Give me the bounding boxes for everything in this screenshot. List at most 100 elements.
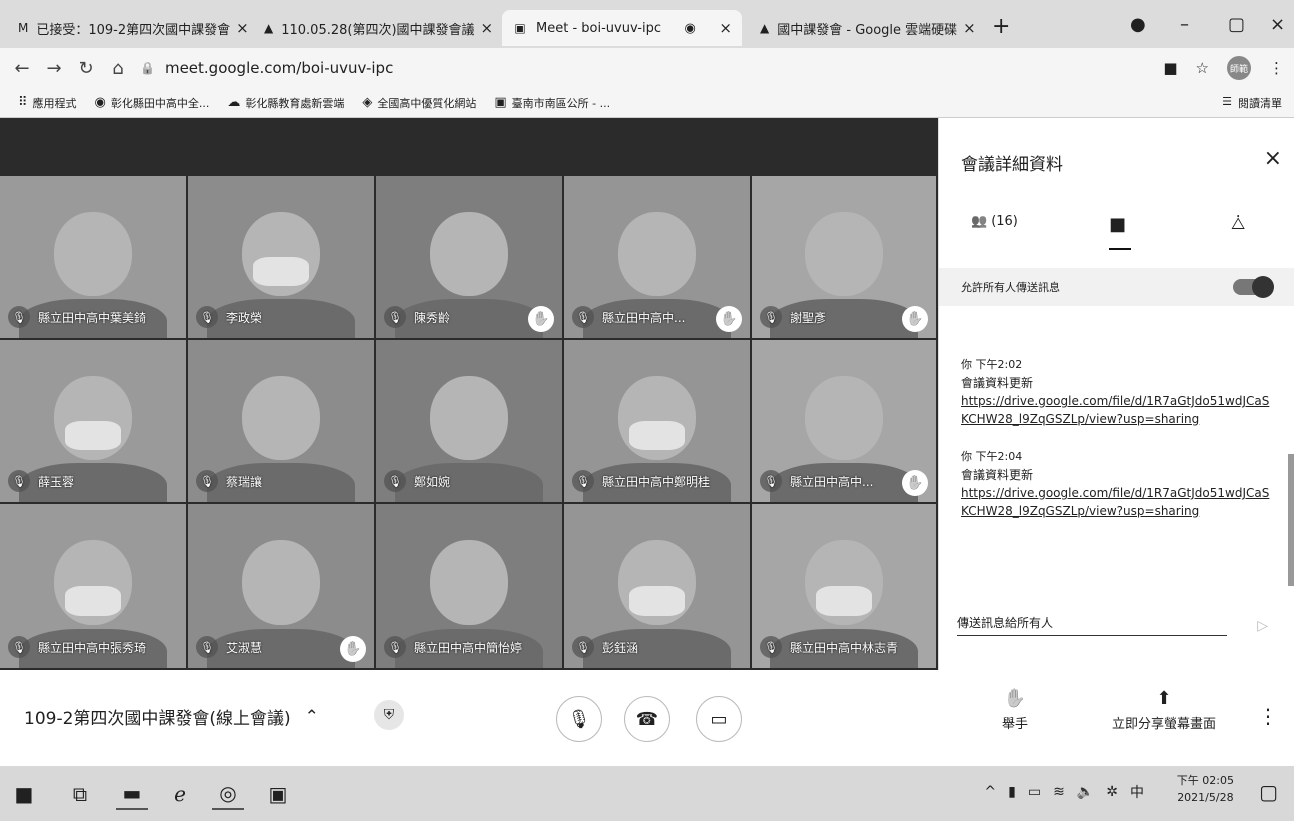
raise-hand-button[interactable]: ✋ 舉手 [990,688,1040,732]
bookmark-star-icon[interactable]: ☆ [1196,59,1209,77]
mic-off-icon: 🎙 [760,306,782,328]
tab-chat[interactable]: ■ [1109,214,1126,235]
tab-drive-doc[interactable]: ▲ 110.05.28(第四次)國中課發會議 × [254,10,494,46]
microphone-button[interactable]: 🎙 [556,696,602,742]
tab-activities[interactable]: ⧊ [1231,214,1245,234]
participant-tile[interactable]: 🎙 薛玉蓉 [0,340,186,502]
bookmark-tianzhong[interactable]: ◉ 彰化縣田中高中全... [95,95,210,111]
notifications-icon[interactable]: ▢ [1259,780,1278,804]
participant-name-row: 🎙 蔡瑞讓 [196,470,262,492]
bookmark-cloud[interactable]: ☁ 彰化縣教育處新雲端 [227,95,344,111]
tab-meet[interactable]: ▣ Meet - boi-uvuv-ipc ◉ × [502,10,742,46]
allow-messages-toggle[interactable] [1233,276,1274,298]
participant-name-row: 🎙 縣立田中高中葉美錡 [8,306,146,328]
reading-list-button[interactable]: ☰ 閱讀清單 [1222,95,1282,111]
participant-tile[interactable]: 🎙 陳秀齡 ✋ [376,176,562,338]
send-icon[interactable]: ▷ [1257,618,1268,634]
minimize-icon[interactable]: – [1180,14,1189,35]
participant-tile[interactable]: 🎙 縣立田中高中簡怡婷 [376,504,562,668]
participant-tile[interactable]: 🎙 蔡瑞讓 [188,340,374,502]
camera-button[interactable]: ▭ [696,696,742,742]
mic-icon: 🎙 [567,708,591,730]
gmail-icon: M [18,21,29,35]
active-tab-indicator [1109,248,1131,250]
participant-tile[interactable]: 🎙 鄭如婉 [376,340,562,502]
clock[interactable]: 下午 02:05 2021/5/28 [1177,772,1234,806]
bookmark-quality[interactable]: ◈ 全國高中優質化網站 [362,95,476,111]
mic-off-icon: 🎙 [760,470,782,492]
close-tab-icon[interactable]: × [957,19,976,37]
tab-search-icon[interactable]: ● [1130,14,1146,35]
battery-icon[interactable]: ▭ [1028,784,1041,800]
participant-video [429,540,509,626]
video-grid: 🎙 縣立田中高中葉美錡 🎙 李政榮 🎙 陳秀齡 ✋ 🎙 縣立田中高中... ✋ 🎙 謝聖彥 ✋ 🎙 薛玉蓉 🎙… [0,118,938,670]
activities-icon: ⧊ [1231,214,1246,233]
participant-name-row: 🎙 縣立田中高中... [572,306,685,328]
tray-chevron-icon[interactable]: ^ [984,784,996,800]
participant-tile[interactable]: 🎙 謝聖彥 ✋ [752,176,936,338]
participant-tile[interactable]: 🎙 李政榮 [188,176,374,338]
participant-tile[interactable]: 🎙 縣立田中高中鄭明桂 [564,340,750,502]
participant-tile[interactable]: 🎙 縣立田中高中葉美錡 [0,176,186,338]
menu-icon[interactable]: ⋮ [1269,59,1284,77]
avatar[interactable]: 師範 [1227,56,1251,80]
participant-name-row: 🎙 縣立田中高中簡怡婷 [384,636,522,658]
tab-drive-folder[interactable]: ▲ 國中課發會 - Google 雲端硬碟 × [750,10,982,46]
participant-tile[interactable]: 🎙 縣立田中高中林志青 [752,504,936,668]
task-view-icon[interactable]: ⧉ [64,778,96,810]
reload-icon[interactable]: ↻ [70,58,102,79]
participant-tile[interactable]: 🎙 艾淑慧 ✋ [188,504,374,668]
chat-scrollbar[interactable] [1288,454,1294,586]
close-tab-icon[interactable]: × [230,19,248,37]
hand-icon: ✋ [1003,688,1027,709]
browser-tab-strip: M 已接受：109-2第四次國中課發會 × ▲ 110.05.28(第四次)國中… [0,0,1294,48]
tab-people[interactable]: 👥 (16) [971,214,1018,229]
reading-list-icon: ☰ [1222,95,1232,108]
new-tab-button[interactable]: + [992,14,1010,39]
wifi-icon[interactable]: ≋ [1053,784,1065,800]
participant-tile[interactable]: 🎙 縣立田中高中... ✋ [564,176,750,338]
bluetooth-icon[interactable]: ✲ [1106,784,1118,800]
file-explorer-icon[interactable]: ▬ [116,778,148,810]
participant-name: 縣立田中高中林志青 [790,640,899,655]
camera-icon[interactable]: ■ [1163,59,1177,77]
forward-icon[interactable]: → [38,58,70,79]
back-icon[interactable]: ← [6,58,38,79]
line-icon[interactable]: ▣ [262,778,294,810]
windows-start-icon[interactable]: ■ [8,778,40,810]
tab-gmail[interactable]: M 已接受：109-2第四次國中課發會 × [8,10,248,46]
participant-tile[interactable]: 🎙 縣立田中高中... ✋ [752,340,936,502]
participant-name-row: 🎙 謝聖彥 [760,306,826,328]
close-panel-icon[interactable]: × [1264,146,1282,171]
volume-icon[interactable]: 🔈 [1077,784,1094,800]
bookmark-tainan[interactable]: ▣ 臺南市南區公所 - ... [494,95,610,111]
microphone-tray-icon[interactable]: ▮ [1008,784,1016,800]
ime-indicator[interactable]: 中 [1130,782,1144,802]
cloud-icon: ☁ [227,95,241,110]
host-controls-shield-icon[interactable]: ⛨ [374,700,404,730]
leave-call-button[interactable]: ☎ [624,696,670,742]
close-tab-icon[interactable]: × [475,19,494,37]
apps-grid-icon: ⠿ [18,95,28,110]
address-bar[interactable]: 🔒 meet.google.com/boi-uvuv-ipc [140,54,393,82]
message-link[interactable]: https://drive.google.com/file/d/1R7aGtJd… [961,392,1271,428]
chrome-icon[interactable]: ◎ [212,778,244,810]
participant-tile[interactable]: 🎙 縣立田中高中張秀琦 [0,504,186,668]
participant-tile[interactable]: 🎙 彭鈺涵 [564,504,750,668]
mic-off-icon: 🎙 [384,636,406,658]
face-mask [629,421,685,451]
raise-hand-label: 舉手 [1001,717,1028,732]
close-tab-icon[interactable]: × [713,19,732,37]
participant-video [429,375,509,460]
maximize-icon[interactable]: ▢ [1228,14,1245,35]
edge-icon[interactable]: ℯ [164,778,196,810]
more-options-icon[interactable]: ⋮ [1258,704,1278,728]
present-now-button[interactable]: ⬆ 立即分享螢幕畫面 [1100,688,1228,732]
meeting-name[interactable]: 109-2第四次國中課發會(線上會議) ⌃ [24,704,319,730]
home-icon[interactable]: ⌂ [102,58,134,79]
message-link[interactable]: https://drive.google.com/file/d/1R7aGtJd… [961,484,1271,520]
close-window-icon[interactable]: × [1270,14,1285,35]
bookmark-apps[interactable]: ⠿ 應用程式 [18,95,77,111]
face-mask [253,257,309,287]
send-message-input[interactable]: 傳送訊息給所有人 [957,614,1227,636]
